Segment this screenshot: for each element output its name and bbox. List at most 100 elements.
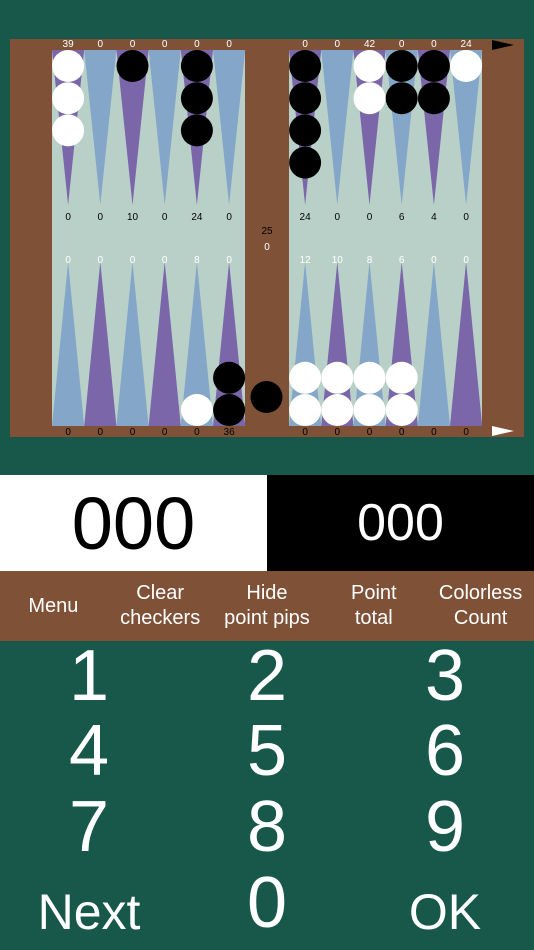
- checker-white: [289, 394, 322, 426]
- bottom-counts-right-label: 0: [367, 427, 373, 438]
- key-4[interactable]: 4: [0, 710, 178, 792]
- bottom-pips-left-label: 0: [65, 255, 71, 266]
- bottom-counts-right-label: 0: [463, 427, 469, 438]
- checker-black: [180, 114, 213, 147]
- bottom-counts-right-label: 0: [399, 427, 405, 438]
- checker-white: [450, 50, 483, 82]
- top-counts-right-label: 0: [335, 39, 341, 50]
- checker-white: [321, 394, 354, 426]
- checker-black: [116, 50, 149, 82]
- checker-white: [321, 361, 354, 394]
- key-7[interactable]: 7: [0, 786, 178, 868]
- menu-button[interactable]: Menu: [0, 571, 107, 641]
- top-counts-left-label: 0: [194, 39, 200, 50]
- backgammon-board[interactable]: 39 0 0 0 0 0 0 0 42 0 0 24 0 0 10 0 24 0 24 0 0 6 4 0 0 0 0 0 8 0 12 10…: [0, 0, 534, 475]
- bottom-pips-right-label: 0: [431, 255, 437, 266]
- top-pips-left-label: 24: [191, 212, 203, 223]
- checker-black: [213, 361, 246, 394]
- checker-white: [385, 394, 418, 426]
- next-button[interactable]: Next: [0, 883, 178, 941]
- bottom-counts-left-label: 0: [98, 427, 104, 438]
- top-counts-right-label: 0: [399, 39, 405, 50]
- checker-white: [180, 394, 213, 426]
- checker-white: [353, 50, 386, 82]
- black-score[interactable]: 000: [267, 475, 534, 571]
- checker-black: [417, 82, 450, 115]
- checker-white: [52, 50, 85, 82]
- checker-black: [180, 50, 213, 82]
- checker-black: [417, 50, 450, 82]
- bottom-counts-right-label: 0: [431, 427, 437, 438]
- top-counts-left-label: 39: [63, 39, 75, 50]
- bottom-pips-left-label: 0: [130, 255, 136, 266]
- checker-black: [180, 82, 213, 115]
- top-counts-left-label: 0: [98, 39, 104, 50]
- keypad: 1 2 3 4 5 6 7 8 9 Next 0 OK: [0, 636, 534, 950]
- key-5[interactable]: 5: [178, 710, 356, 792]
- bottom-pips-right-label: 0: [463, 255, 469, 266]
- bottom-pips-right-label: 8: [367, 255, 373, 266]
- bottom-pips-left-label: 0: [226, 255, 232, 266]
- top-pips-left-label: 0: [162, 212, 168, 223]
- top-counts-right-label: 0: [431, 39, 437, 50]
- checker-white: [353, 82, 386, 115]
- bar-checker-black: [250, 381, 283, 413]
- top-counts-left-label: 0: [162, 39, 168, 50]
- key-6[interactable]: 6: [356, 710, 534, 792]
- top-counts-right-label: 42: [364, 39, 376, 50]
- checker-black: [289, 50, 322, 82]
- key-8[interactable]: 8: [178, 786, 356, 868]
- clear-checkers-button[interactable]: Clear checkers: [107, 571, 214, 641]
- top-pips-left-label: 0: [65, 212, 71, 223]
- top-pips-left-label: 0: [98, 212, 104, 223]
- bar-top-value: 25: [261, 226, 273, 237]
- bottom-counts-left-label: 0: [130, 427, 136, 438]
- top-counts-left-label: 0: [130, 39, 136, 50]
- bottom-counts-left-label: 0: [194, 427, 200, 438]
- point-total-button[interactable]: Point total: [320, 571, 427, 641]
- checker-white: [52, 114, 85, 147]
- bottom-pips-left-label: 0: [98, 255, 104, 266]
- checker-black: [385, 50, 418, 82]
- top-pips-right-label: 0: [335, 212, 341, 223]
- key-2[interactable]: 2: [178, 635, 356, 717]
- top-pips-left-label: 10: [127, 212, 139, 223]
- ok-button[interactable]: OK: [356, 883, 534, 941]
- checker-white: [353, 361, 386, 394]
- top-counts-right-label: 24: [461, 39, 473, 50]
- toolbar: Menu Clear checkers Hide point pips Poin…: [0, 571, 534, 641]
- colorless-count-button[interactable]: Colorless Count: [427, 571, 534, 641]
- checker-white: [52, 82, 85, 115]
- checker-white: [353, 394, 386, 426]
- bottom-pips-left-label: 0: [162, 255, 168, 266]
- checker-black: [385, 82, 418, 115]
- bar-bottom-value: 0: [264, 242, 270, 253]
- checker-black: [289, 114, 322, 147]
- white-score[interactable]: 000: [0, 475, 267, 571]
- top-counts-right-label: 0: [302, 39, 308, 50]
- checker-white: [385, 361, 418, 394]
- bottom-counts-right-label: 0: [302, 427, 308, 438]
- checker-black: [289, 82, 322, 115]
- key-1[interactable]: 1: [0, 635, 178, 717]
- bottom-counts-right-label: 0: [335, 427, 341, 438]
- key-0[interactable]: 0: [178, 862, 356, 944]
- key-3[interactable]: 3: [356, 635, 534, 717]
- top-pips-left-label: 0: [226, 212, 232, 223]
- bottom-pips-left-label: 8: [194, 255, 200, 266]
- top-pips-right-label: 6: [399, 212, 405, 223]
- bottom-counts-left-label: 0: [162, 427, 168, 438]
- checker-black: [213, 394, 246, 426]
- checker-white: [289, 361, 322, 394]
- bottom-counts-left-label: 0: [65, 427, 71, 438]
- top-pips-right-label: 0: [367, 212, 373, 223]
- bottom-pips-right-label: 12: [300, 255, 312, 266]
- top-pips-right-label: 4: [431, 212, 437, 223]
- bottom-counts-left-label: 36: [224, 427, 236, 438]
- top-counts-left-label: 0: [226, 39, 232, 50]
- hide-point-pips-button[interactable]: Hide point pips: [214, 571, 321, 641]
- bottom-pips-right-label: 6: [399, 255, 405, 266]
- top-pips-right-label: 0: [463, 212, 469, 223]
- bottom-pips-right-label: 10: [332, 255, 344, 266]
- key-9[interactable]: 9: [356, 786, 534, 868]
